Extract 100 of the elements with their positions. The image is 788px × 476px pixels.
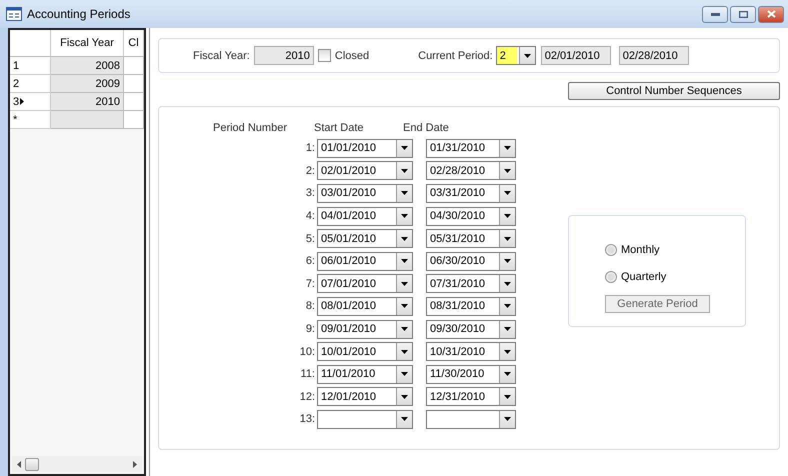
minimize-button[interactable]: [702, 6, 728, 22]
period-number: 5:: [304, 232, 316, 245]
start-date-dropdown[interactable]: 01/01/2010: [317, 138, 413, 158]
dropdown-arrow-icon: [401, 236, 408, 241]
maximize-button[interactable]: [730, 6, 756, 22]
dropdown-arrow-icon: [504, 236, 511, 241]
column-header[interactable]: Cl: [124, 30, 144, 56]
scroll-left-icon[interactable]: [17, 460, 21, 468]
period-number: 6:: [304, 255, 316, 268]
current-period-dropdown[interactable]: 2: [496, 46, 536, 65]
dropdown-arrow-icon: [401, 327, 408, 332]
end-date-dropdown[interactable]: [426, 410, 516, 429]
period-number: 2:: [304, 164, 316, 177]
start-date-dropdown[interactable]: 08/01/2010: [317, 296, 413, 316]
start-date-dropdown[interactable]: 02/01/2010: [317, 161, 413, 180]
period-number: 9:: [304, 323, 316, 336]
period-number: 12:: [298, 390, 316, 403]
minimize-icon: [710, 12, 720, 16]
dropdown-arrow-icon: [401, 282, 408, 286]
dropdown-arrow-icon: [401, 259, 408, 264]
period-number: 3:: [304, 187, 316, 200]
start-date-dropdown[interactable]: 07/01/2010: [317, 274, 413, 294]
dropdown-arrow-icon: [401, 417, 408, 422]
scroll-right-icon[interactable]: [133, 460, 137, 468]
dropdown-arrow-icon: [504, 282, 511, 286]
row-header[interactable]: 1: [10, 57, 51, 75]
start-date-dropdown[interactable]: 05/01/2010: [317, 229, 413, 248]
start-date-dropdown[interactable]: 03/01/2010: [317, 184, 413, 203]
end-date-dropdown[interactable]: 01/31/2010: [426, 138, 516, 158]
column-header: Start Date: [314, 122, 365, 134]
dropdown-arrow-icon: [401, 372, 408, 376]
period-number: 13:: [298, 413, 316, 426]
start-date-dropdown[interactable]: [317, 410, 413, 429]
radio-button[interactable]: [605, 270, 617, 282]
dropdown-arrow-icon: [504, 417, 511, 422]
start-date-dropdown[interactable]: 10/01/2010: [317, 342, 413, 362]
period-number: 10:: [298, 346, 316, 358]
table-cell: 2008: [51, 57, 124, 75]
end-date-dropdown[interactable]: 05/31/2010: [426, 229, 516, 248]
row-header[interactable]: 3: [10, 93, 51, 111]
dropdown-arrow-icon: [504, 327, 511, 332]
dropdown-arrow-icon: [524, 54, 531, 58]
end-date-dropdown[interactable]: 03/31/2010: [426, 184, 516, 203]
dropdown-arrow-icon: [504, 372, 511, 376]
dropdown-arrow-icon: [504, 191, 511, 196]
column-header: Period Number: [213, 122, 288, 134]
period-number: 4:: [304, 210, 316, 222]
close-icon: [766, 10, 776, 18]
radio-label[interactable]: Quarterly: [621, 270, 666, 282]
dropdown-arrow-icon: [504, 259, 511, 264]
start-date-dropdown[interactable]: 06/01/2010: [317, 252, 413, 271]
dropdown-arrow-icon: [504, 146, 511, 150]
window-title: Accounting Periods: [27, 7, 132, 21]
closed-label: Closed: [334, 50, 370, 62]
end-date-dropdown[interactable]: 08/31/2010: [426, 296, 516, 316]
radio-button[interactable]: [605, 244, 617, 256]
period-end-field[interactable]: 02/28/2010: [618, 46, 689, 65]
row-header[interactable]: 2: [10, 75, 51, 93]
end-date-dropdown[interactable]: 10/31/2010: [426, 342, 516, 362]
horizontal-scrollbar[interactable]: [12, 456, 142, 472]
period-number: 8:: [304, 300, 316, 312]
fiscal-year-field[interactable]: 2010: [254, 46, 314, 65]
end-date-dropdown[interactable]: 04/30/2010: [426, 206, 516, 226]
window-app-icon: [6, 7, 22, 21]
dropdown-arrow-icon: [401, 394, 408, 399]
row-header[interactable]: *: [10, 111, 51, 129]
radio-label[interactable]: Monthly: [621, 244, 660, 256]
control-number-sequences-button[interactable]: Control Number Sequences: [568, 82, 780, 100]
start-date-dropdown[interactable]: 11/01/2010: [317, 364, 413, 384]
start-date-dropdown[interactable]: 04/01/2010: [317, 206, 413, 226]
dropdown-arrow-icon: [504, 350, 511, 354]
dropdown-arrow-icon: [401, 304, 408, 308]
dropdown-arrow-icon: [504, 394, 511, 399]
start-date-dropdown[interactable]: 09/01/2010: [317, 320, 413, 339]
dropdown-arrow-icon: [401, 191, 408, 196]
end-date-dropdown[interactable]: 09/30/2010: [426, 320, 516, 339]
period-number: 1:: [304, 142, 316, 154]
dropdown-arrow-icon: [504, 214, 511, 218]
start-date-dropdown[interactable]: 12/01/2010: [317, 387, 413, 406]
current-period-label: Current Period:: [418, 50, 493, 62]
end-date-dropdown[interactable]: 07/31/2010: [426, 274, 516, 294]
period-number: 11:: [300, 368, 316, 380]
scroll-thumb[interactable]: [25, 458, 39, 470]
closed-checkbox[interactable]: [318, 49, 331, 62]
column-header[interactable]: Fiscal Year: [51, 30, 124, 56]
dropdown-arrow-icon: [504, 304, 511, 308]
end-date-dropdown[interactable]: 02/28/2010: [426, 161, 516, 180]
end-date-dropdown[interactable]: 12/31/2010: [426, 387, 516, 406]
end-date-dropdown[interactable]: 11/30/2010: [426, 364, 516, 384]
dropdown-arrow-icon: [401, 168, 408, 173]
fiscal-year-label: Fiscal Year:: [193, 50, 250, 62]
dropdown-arrow-icon: [401, 146, 408, 150]
table-cell: 2009: [51, 75, 124, 93]
dropdown-arrow-icon: [401, 214, 408, 218]
dropdown-arrow-icon: [401, 350, 408, 354]
period-number: 7:: [304, 278, 316, 290]
period-start-field[interactable]: 02/01/2010: [540, 46, 611, 65]
end-date-dropdown[interactable]: 06/30/2010: [426, 252, 516, 271]
close-button[interactable]: [758, 6, 784, 22]
maximize-icon: [738, 10, 748, 18]
